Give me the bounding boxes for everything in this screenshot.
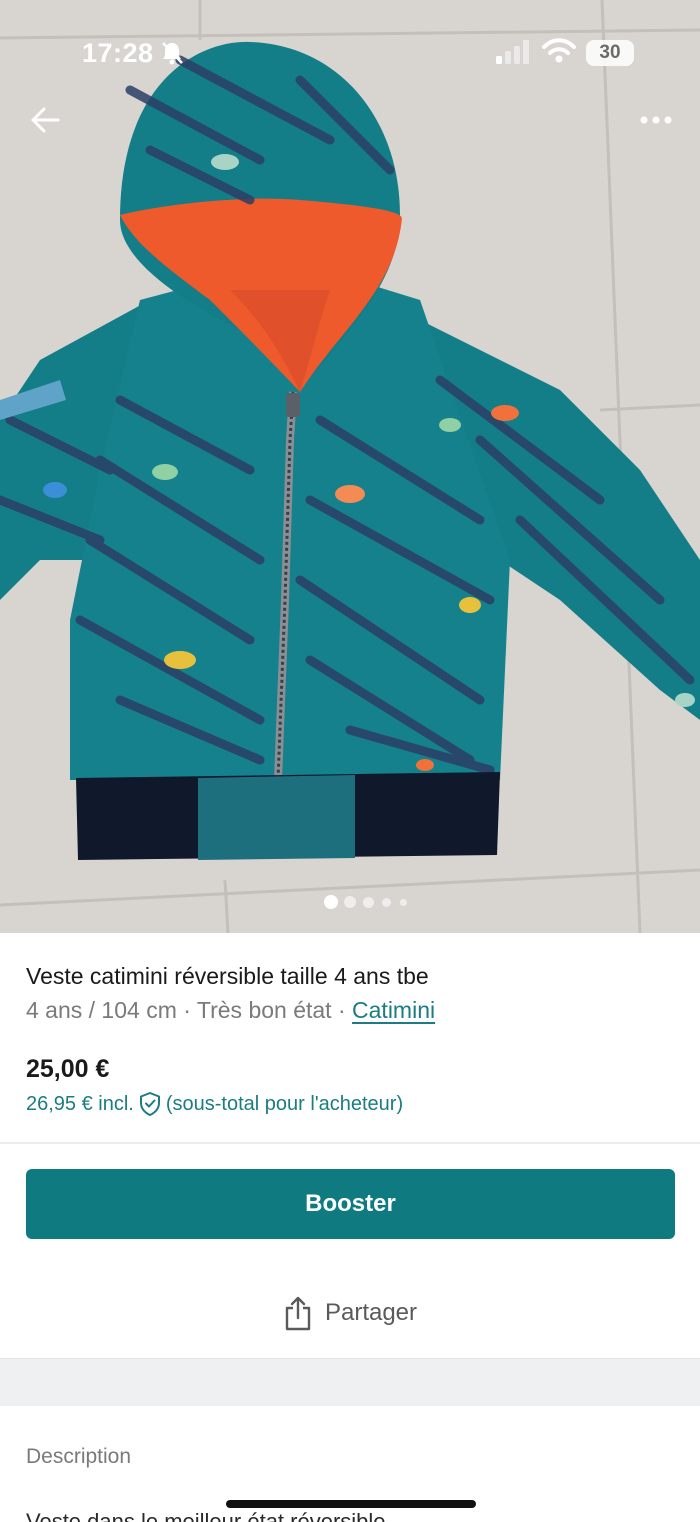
price-incl-value: 26,95 € incl. xyxy=(26,1092,134,1115)
meta-separator: · xyxy=(337,997,346,1023)
status-bar: 17:28 30 xyxy=(0,0,700,100)
item-condition: Très bon état xyxy=(196,997,332,1023)
description-text: Veste dans le meilleur état réversible xyxy=(26,1509,386,1522)
home-indicator[interactable] xyxy=(226,1500,476,1508)
price-with-protection[interactable]: 26,95 € incl. (sous-total pour l'acheteu… xyxy=(26,1091,403,1117)
pagination-dot xyxy=(363,897,374,908)
share-button[interactable]: Partager xyxy=(0,1283,700,1343)
wifi-icon xyxy=(542,38,576,63)
shield-check-icon xyxy=(139,1092,160,1116)
listing-photo[interactable]: 17:28 30 xyxy=(0,0,700,933)
item-meta: 4 ans / 104 cm · Très bon état · Catimin… xyxy=(26,997,435,1024)
divider xyxy=(0,1142,700,1144)
pagination-dot xyxy=(382,898,391,907)
jacket-photo xyxy=(0,0,700,933)
more-options-button[interactable] xyxy=(630,98,682,142)
item-size: 4 ans / 104 cm xyxy=(26,997,177,1023)
meta-separator: · xyxy=(183,997,191,1023)
price-incl-note: (sous-total pour l'acheteur) xyxy=(165,1092,404,1115)
section-separator xyxy=(0,1358,700,1406)
bell-off-icon xyxy=(162,42,183,65)
pagination-dot xyxy=(400,899,407,906)
share-icon xyxy=(285,1296,311,1331)
pagination-dot xyxy=(324,895,338,909)
photo-pagination[interactable] xyxy=(0,894,700,910)
item-brand-link[interactable]: Catimini xyxy=(352,997,435,1023)
status-time: 17:28 xyxy=(82,38,154,68)
pagination-dot xyxy=(344,896,356,908)
item-title: Veste catimini réversible taille 4 ans t… xyxy=(26,963,429,989)
item-price: 25,00 € xyxy=(26,1055,110,1083)
share-label: Partager xyxy=(324,1299,418,1326)
signal-icon xyxy=(496,40,529,64)
booster-button[interactable]: Booster xyxy=(26,1169,675,1239)
more-dots-icon xyxy=(640,116,672,124)
back-button[interactable] xyxy=(24,98,68,142)
description-label: Description xyxy=(26,1445,132,1468)
battery-indicator: 30 xyxy=(586,40,634,66)
arrow-left-icon xyxy=(31,107,60,133)
